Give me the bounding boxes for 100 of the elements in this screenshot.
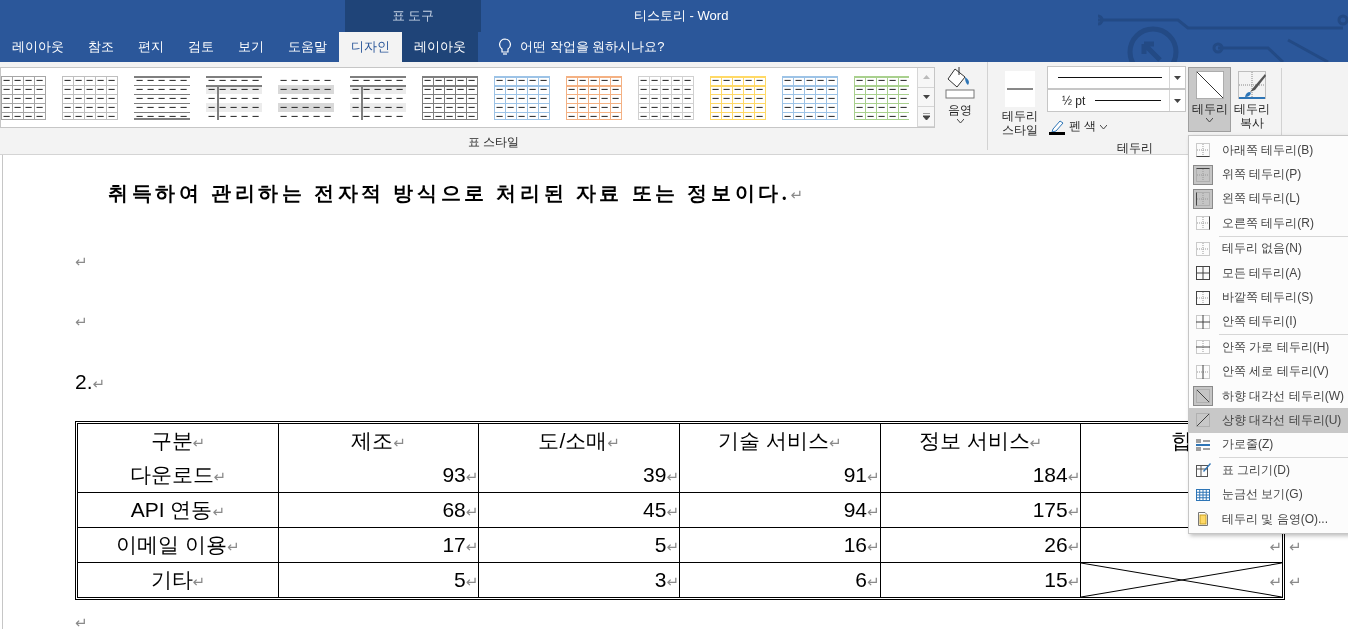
table-cell: 5↵ — [654, 533, 679, 556]
paint-bucket-icon — [945, 65, 975, 101]
table-cell: API 연동↵ — [130, 498, 225, 521]
table-cell: 175↵ — [1032, 498, 1081, 521]
menu-item[interactable]: 표 그리기(D) — [1189, 458, 1348, 483]
table-cell: 16↵ — [843, 533, 880, 556]
table-cell: 91↵ — [843, 463, 880, 486]
ribbon-tab[interactable]: 참조 — [76, 32, 126, 62]
group-label: 테두리 — [1116, 140, 1153, 156]
table-style-thumbnail[interactable] — [854, 76, 909, 120]
table-style-thumbnail[interactable] — [494, 76, 550, 120]
diagonal-border-icon — [1194, 70, 1225, 100]
table-cell: 기타↵ — [150, 568, 206, 591]
table-cell: 184↵ — [1032, 463, 1081, 486]
menu-item[interactable]: 아래쪽 테두리(B) — [1189, 138, 1348, 163]
paragraph-mark: ↵ — [75, 312, 88, 333]
line-style-icon — [1005, 71, 1035, 107]
ribbon-tab[interactable]: 보기 — [226, 32, 276, 62]
border-styles-button[interactable]: 테두리 스타일 — [994, 68, 1046, 140]
window-title: 티스토리 - Word — [634, 7, 729, 25]
border-painter-icon — [1237, 70, 1267, 100]
paragraph-mark: ↵ — [75, 252, 88, 273]
cell-end-mark: ↵ — [1269, 537, 1282, 556]
table-cell: 17↵ — [442, 533, 479, 556]
group-label: 표 스타일 — [467, 134, 520, 150]
menu-item[interactable]: 위쪽 테두리(P) — [1189, 162, 1348, 187]
menu-item[interactable]: 오른쪽 테두리(R) — [1189, 211, 1348, 236]
table-cell: 3↵ — [654, 568, 679, 591]
table-cell: 기술 서비스↵ — [718, 429, 842, 452]
ribbon-tab[interactable]: 레이아웃 — [402, 32, 478, 62]
table-style-thumbnail[interactable] — [638, 76, 694, 120]
table-cell: 39↵ — [643, 463, 679, 486]
table-style-thumbnail[interactable] — [422, 76, 478, 120]
line-style-dropdown[interactable] — [1047, 66, 1186, 89]
table-style-thumbnail[interactable] — [62, 76, 118, 120]
paragraph-mark: ↵ — [75, 613, 88, 629]
ribbon-tab[interactable]: 검토 — [176, 32, 226, 62]
menu-item[interactable]: 안쪽 가로 테두리(H) — [1189, 335, 1348, 360]
table-cell: 도/소매↵ — [538, 429, 620, 452]
table-cell: 5↵ — [454, 568, 479, 591]
caret-icon — [1206, 118, 1213, 122]
menu-item[interactable]: 테두리 및 음영(O)... — [1189, 506, 1348, 532]
dropdown-arrow-icon — [1174, 75, 1181, 80]
down-arrow-icon — [922, 95, 930, 99]
table-style-thumbnail[interactable] — [1, 76, 46, 120]
shading-button[interactable]: 음영 — [938, 62, 982, 126]
ribbon-tab[interactable]: 디자인 — [339, 32, 402, 62]
lightbulb-icon — [498, 38, 512, 56]
tell-me-search[interactable]: 어떤 작업을 원하시나요? — [492, 32, 671, 62]
row-end-mark: ↵ — [1289, 572, 1302, 591]
table-style-thumbnail[interactable] — [134, 76, 190, 120]
dropdown-arrow-icon — [1174, 98, 1181, 103]
table-cell: 68↵ — [442, 498, 479, 521]
line-sample-icon — [1095, 99, 1162, 102]
menu-item[interactable]: 왼쪽 테두리(L) — [1189, 186, 1348, 212]
caret-icon — [1100, 124, 1108, 129]
menu-item[interactable]: 모든 테두리(A) — [1189, 260, 1348, 286]
up-arrow-icon — [922, 75, 930, 80]
table-cell: 구분↵ — [150, 429, 206, 452]
table-cell: 45↵ — [643, 498, 679, 521]
table-style-thumbnail[interactable] — [710, 76, 766, 120]
pen-color-button[interactable]: 펜 색 — [1047, 118, 1110, 135]
menu-item[interactable]: 눈금선 보기(G) — [1189, 482, 1348, 507]
menu-item[interactable]: 테두리 없음(N) — [1189, 236, 1348, 261]
ribbon-tab[interactable]: 도움말 — [276, 32, 339, 62]
menu-item[interactable]: 안쪽 세로 테두리(V) — [1189, 359, 1348, 384]
table-style-thumbnail[interactable] — [206, 76, 262, 120]
menu-item[interactable]: 상향 대각선 테두리(U) — [1189, 408, 1348, 433]
menu-item[interactable]: 안쪽 테두리(I) — [1189, 309, 1348, 335]
menu-item[interactable]: 바깥쪽 테두리(S) — [1189, 285, 1348, 310]
line-weight-dropdown[interactable]: ½ pt — [1047, 89, 1186, 112]
expand-icon — [922, 113, 930, 121]
table-cell: 정보 서비스↵ — [918, 429, 1043, 452]
border-painter-button[interactable]: 테두리 복사 — [1231, 67, 1273, 133]
table-cell: 다운로드↵ — [129, 463, 227, 486]
borders-button[interactable]: 테두리 — [1188, 67, 1231, 132]
context-tab-label: 표 도구 — [345, 0, 481, 32]
ribbon-tab[interactable]: 편지 — [126, 32, 176, 62]
table-cell: 이메일 이용↵ — [116, 533, 240, 556]
table-cell: 26↵ — [1044, 533, 1081, 556]
cell-end-mark: ↵ — [1269, 572, 1282, 591]
table-cell: 15↵ — [1044, 568, 1081, 591]
table-cell: 6↵ — [855, 568, 880, 591]
paragraph-text: 2. — [75, 370, 93, 393]
more-styles-button[interactable] — [918, 107, 934, 127]
bold-text: 취득하여 관리하는 전자적 방식으로 처리된 자료 또는 정보이다. — [108, 182, 791, 204]
table-cell: 94↵ — [843, 498, 880, 521]
table-style-thumbnail[interactable] — [782, 76, 838, 120]
caret-icon — [956, 119, 964, 123]
scroll-down-button[interactable] — [918, 87, 934, 108]
table-cell: 93↵ — [442, 463, 479, 486]
line-sample-icon — [1058, 76, 1162, 79]
table-style-thumbnail[interactable] — [350, 76, 406, 120]
paragraph-mark: ↵ — [92, 375, 106, 393]
pen-color-icon — [1049, 118, 1065, 135]
menu-item[interactable]: 하향 대각선 테두리(W) — [1189, 383, 1348, 409]
table-style-thumbnail[interactable] — [566, 76, 622, 120]
ribbon-tab[interactable]: 레이아웃 — [0, 32, 76, 62]
table-cell: 제조↵ — [351, 429, 406, 452]
row-end-mark: ↵ — [1289, 537, 1302, 556]
